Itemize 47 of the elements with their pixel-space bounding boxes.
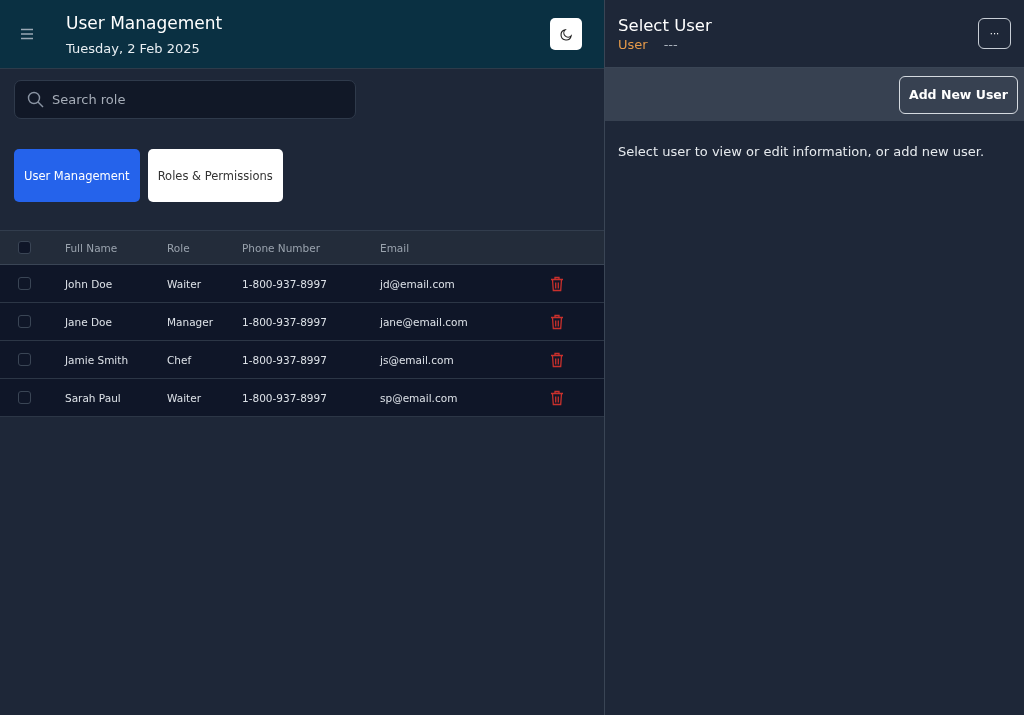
row-checkbox[interactable] [18,353,31,366]
table-cell-text: Jane Doe [65,315,113,328]
table-row[interactable]: Jamie Smith Chef 1-800-937-8997 js@email.com [0,341,604,379]
page-title: User Management [66,12,224,33]
trash-icon[interactable] [550,351,564,368]
column-header: Role [167,241,191,254]
column-header: Full Name [65,241,119,254]
table-cell-text: Waiter [167,277,202,290]
table-cell-text: 1-800-937-8997 [242,315,328,328]
table-cell-text: jd@email.com [380,277,456,290]
trash-icon[interactable] [550,313,564,330]
detail-title: Select User [618,15,712,35]
date-text: Tuesday, 2 Feb 2025 [66,40,201,56]
row-checkbox[interactable] [18,277,31,290]
trash-icon[interactable] [550,275,564,292]
theme-toggle-button[interactable] [550,18,582,50]
table-cell-text: jane@email.com [380,315,469,328]
add-user-button[interactable]: Add New User [899,75,1018,114]
table-cell-text: Waiter [167,391,202,404]
more-button[interactable]: ··· [978,18,1011,49]
table-cell-text: js@email.com [380,353,455,366]
menu-icon[interactable] [20,28,34,40]
trash-icon[interactable] [550,389,564,406]
row-checkbox[interactable] [18,315,31,328]
select-all-checkbox[interactable] [18,241,31,254]
tab[interactable]: User Management [14,149,140,202]
moon-icon [559,27,573,41]
table-cell-text: Manager [167,315,215,328]
table-row[interactable]: Sarah Paul Waiter 1-800-937-8997 sp@email.com [0,379,604,417]
user-label: User [618,36,648,52]
user-value: --- [663,36,678,52]
table-cell-text: 1-800-937-8997 [242,391,328,404]
column-header: Email [380,241,411,254]
column-header: Phone Number [242,241,322,254]
table-cell-text: Chef [167,353,193,366]
table-cell-text: Sarah Paul [65,391,122,404]
table-cell-text: Jamie Smith [65,353,130,366]
table-cell-text: John Doe [65,277,114,290]
info-message: Select user to view or edit information, or add new user. [618,144,986,159]
table-cell-text: sp@email.com [380,391,459,404]
tab[interactable]: Roles & Permissions [147,149,283,202]
table-cell-text: 1-800-937-8997 [242,277,328,290]
table-cell-text: 1-800-937-8997 [242,353,328,366]
search-field[interactable]: Search role [14,80,356,119]
row-checkbox[interactable] [18,391,31,404]
table-row[interactable]: Jane Doe Manager 1-800-937-8997 jane@email.com [0,303,604,341]
table-row[interactable]: John Doe Waiter 1-800-937-8997 jd@email.com [0,265,604,303]
